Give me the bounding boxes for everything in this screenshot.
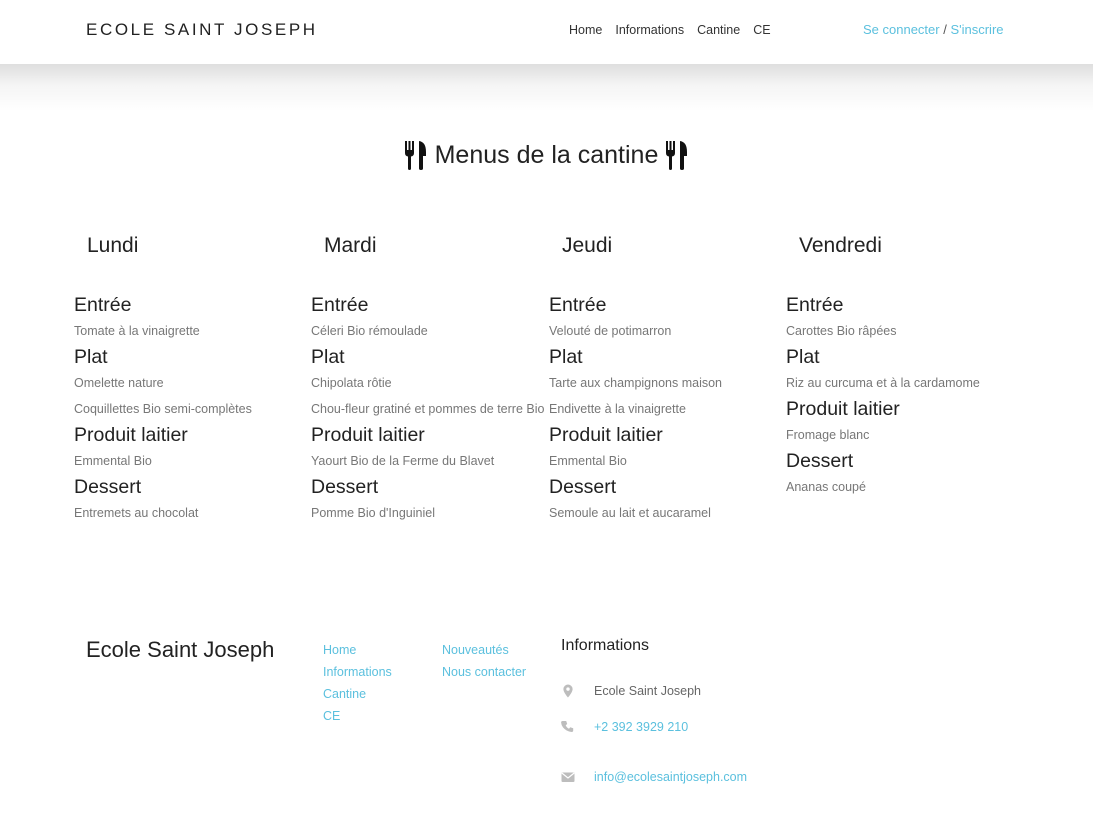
day-title: Lundi: [87, 234, 139, 257]
footer-phone: +2 392 3929 210: [561, 720, 688, 734]
menu-item: Entremets au chocolat: [74, 506, 199, 520]
menu-item: Ananas coupé: [786, 480, 866, 494]
menu-item: Fromage blanc: [786, 428, 870, 442]
section-heading: Dessert: [786, 450, 854, 472]
register-link[interactable]: S'inscrire: [950, 22, 1003, 37]
nav-ce[interactable]: CE: [753, 23, 770, 37]
footer-address-text: Ecole Saint Joseph: [594, 684, 702, 698]
day-title: Jeudi: [562, 234, 613, 257]
footer-email: info@ecolesaintjoseph.com: [561, 770, 747, 784]
section-heading: Plat: [74, 346, 108, 368]
section-heading: Produit laitier: [74, 424, 188, 446]
menu-item: Velouté de potimarron: [549, 324, 672, 338]
section-heading: Entrée: [311, 294, 369, 316]
menu-item: Chipolata rôtie: [311, 376, 392, 390]
menu-item: Semoule au lait et aucaramel: [549, 506, 711, 520]
section-heading: Plat: [549, 346, 583, 368]
footer-link-home[interactable]: Home: [323, 639, 392, 661]
menu-item: Chou-fleur gratiné et pommes de terre Bi…: [311, 402, 545, 416]
footer-links-primary: Home Informations Cantine CE: [323, 639, 392, 727]
site-header: ECOLE SAINT JOSEPH Home Informations Can…: [0, 0, 1093, 64]
nav-informations[interactable]: Informations: [615, 23, 684, 37]
page-title: Menus de la cantine: [0, 140, 1093, 170]
menu-item: Emmental Bio: [549, 454, 627, 468]
envelope-icon: [561, 772, 575, 782]
day-column-lundi: Lundi Entrée Tomate à la vinaigrette Pla…: [74, 232, 312, 526]
footer-links-secondary: Nouveautés Nous contacter: [442, 639, 526, 683]
auth-links: Se connecter / S'inscrire: [863, 22, 1004, 37]
section-heading: Entrée: [786, 294, 844, 316]
section-heading: Plat: [311, 346, 345, 368]
menu-item: Tarte aux champignons maison: [549, 376, 723, 390]
nav-cantine[interactable]: Cantine: [697, 23, 740, 37]
main-nav: Home Informations Cantine CE: [569, 23, 784, 37]
footer-link-cantine[interactable]: Cantine: [323, 683, 392, 705]
day-column-mardi: Mardi Entrée Céleri Bio rémoulade Plat C…: [311, 232, 549, 526]
footer-info-heading: Informations: [561, 637, 650, 654]
menu-item: Pomme Bio d'Inguiniel: [311, 506, 435, 520]
footer-address: Ecole Saint Joseph: [561, 684, 701, 698]
page-title-text: Menus de la cantine: [434, 140, 659, 169]
phone-icon: [561, 721, 574, 732]
footer-phone-link[interactable]: +2 392 3929 210: [594, 720, 688, 734]
menu-item: Tomate à la vinaigrette: [74, 324, 200, 338]
menu-item: Endivette à la vinaigrette: [549, 402, 686, 416]
map-pin-icon: [563, 684, 573, 698]
menu-item: Coquillettes Bio semi-complètes: [74, 402, 252, 416]
fork-knife-icon: [666, 141, 688, 170]
menu-item: Emmental Bio: [74, 454, 152, 468]
footer-link-ce[interactable]: CE: [323, 705, 392, 727]
menu-item: Omelette nature: [74, 376, 164, 390]
menu-item: Yaourt Bio de la Ferme du Blavet: [311, 454, 495, 468]
section-heading: Produit laitier: [311, 424, 425, 446]
auth-separator: /: [939, 22, 951, 37]
footer-brand: Ecole Saint Joseph: [86, 637, 275, 662]
menu-item: Carottes Bio râpées: [786, 324, 897, 338]
footer-link-nouveautes[interactable]: Nouveautés: [442, 639, 526, 661]
nav-home[interactable]: Home: [569, 23, 602, 37]
fork-knife-icon: [404, 141, 426, 170]
section-heading: Dessert: [74, 476, 142, 498]
day-column-jeudi: Jeudi Entrée Velouté de potimarron Plat …: [549, 232, 787, 526]
section-heading: Entrée: [549, 294, 607, 316]
day-column-vendredi: Vendredi Entrée Carottes Bio râpées Plat…: [786, 232, 1024, 500]
section-heading: Dessert: [311, 476, 379, 498]
menu-item: Riz au curcuma et à la cardamome: [786, 376, 980, 390]
section-heading: Produit laitier: [786, 398, 900, 420]
footer-email-link[interactable]: info@ecolesaintjoseph.com: [594, 770, 747, 784]
day-title: Vendredi: [799, 234, 882, 257]
section-heading: Plat: [786, 346, 820, 368]
day-title: Mardi: [324, 234, 377, 257]
section-heading: Produit laitier: [549, 424, 663, 446]
footer-link-informations[interactable]: Informations: [323, 661, 392, 683]
header-shadow: [0, 64, 1093, 112]
footer-link-contact[interactable]: Nous contacter: [442, 661, 526, 683]
section-heading: Entrée: [74, 294, 132, 316]
site-brand[interactable]: ECOLE SAINT JOSEPH: [86, 20, 318, 40]
menu-item: Céleri Bio rémoulade: [311, 324, 428, 338]
login-link[interactable]: Se connecter: [863, 22, 940, 37]
section-heading: Dessert: [549, 476, 617, 498]
